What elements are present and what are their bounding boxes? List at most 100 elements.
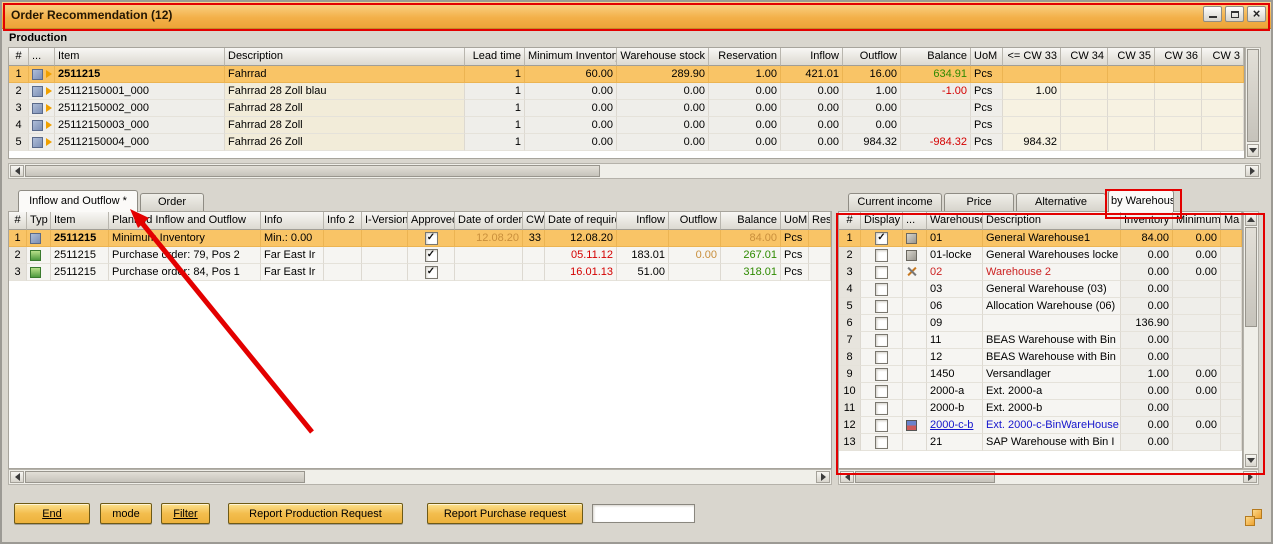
cell-outflow[interactable]: 984.32 xyxy=(843,134,901,151)
display-checkbox[interactable] xyxy=(875,436,888,449)
cell-warehouse[interactable]: 06 xyxy=(927,298,983,315)
display-checkbox[interactable]: ✓ xyxy=(875,232,888,245)
cell-minimum[interactable] xyxy=(1173,315,1221,332)
cell-item[interactable]: 2511215 xyxy=(51,264,109,281)
cell-minimum[interactable]: 0.00 xyxy=(1173,417,1221,434)
cell-description[interactable]: BEAS Warehouse with Bin xyxy=(983,349,1121,366)
cell-info[interactable]: Far East Ir xyxy=(261,264,324,281)
cell-icons[interactable] xyxy=(903,400,927,417)
cell-uom[interactable]: Pcs xyxy=(781,264,809,281)
column-header-cw36[interactable]: CW 36 xyxy=(1155,48,1202,66)
cell-inventory[interactable]: 136.90 xyxy=(1121,315,1173,332)
cell-uom[interactable]: Pcs xyxy=(971,134,1003,151)
cell-icons[interactable] xyxy=(903,417,927,434)
cell-cw37[interactable] xyxy=(1202,66,1244,83)
column-header-date_of_order[interactable]: Date of order xyxy=(455,212,523,230)
tab-alternative[interactable]: Alternative xyxy=(1016,193,1106,212)
cell-inventory[interactable]: 0.00 xyxy=(1121,434,1173,451)
cell-icons[interactable] xyxy=(29,83,55,100)
warehouse-row[interactable]: 711BEAS Warehouse with Bin0.00 xyxy=(839,332,1242,349)
cell-cw33[interactable]: 984.32 xyxy=(1003,134,1061,151)
approved-checkbox[interactable]: ✓ xyxy=(425,232,438,245)
cell-description[interactable]: Fahrrad xyxy=(225,66,465,83)
scroll-up-button[interactable] xyxy=(1245,213,1257,226)
cell-res[interactable] xyxy=(809,264,831,281)
cell-inventory[interactable]: 0.00 xyxy=(1121,298,1173,315)
approved-checkbox[interactable]: ✓ xyxy=(425,266,438,279)
cell-warehouse_stock[interactable]: 0.00 xyxy=(617,100,709,117)
cell-cw33[interactable]: 1.00 xyxy=(1003,83,1061,100)
cell-uom[interactable]: Pcs xyxy=(781,247,809,264)
cell-lead_time[interactable]: 1 xyxy=(465,83,525,100)
tab-price[interactable]: Price xyxy=(944,193,1014,212)
cell-cw[interactable] xyxy=(523,264,545,281)
cell-description[interactable]: Fahrrad 28 Zoll blau xyxy=(225,83,465,100)
column-header-balance[interactable]: Balance xyxy=(721,212,781,230)
display-checkbox[interactable] xyxy=(875,402,888,415)
column-header-item[interactable]: Item xyxy=(55,48,225,66)
column-header-approved[interactable]: Approved xyxy=(408,212,455,230)
cell-description[interactable]: Fahrrad 26 Zoll xyxy=(225,134,465,151)
cell-cw[interactable] xyxy=(523,247,545,264)
cell-cw37[interactable] xyxy=(1202,100,1244,117)
warehouse-row[interactable]: 122000-c-bExt. 2000-c-BinWareHouse0.000.… xyxy=(839,417,1242,434)
warehouse-row[interactable]: 91450Versandlager1.000.00 xyxy=(839,366,1242,383)
warehouse-row[interactable]: 1321SAP Warehouse with Bin I0.00 xyxy=(839,434,1242,451)
cell-cw36[interactable] xyxy=(1155,66,1202,83)
cell-minimum_inventory[interactable]: 0.00 xyxy=(525,83,617,100)
cell-lead_time[interactable]: 1 xyxy=(465,117,525,134)
item-row[interactable]: 425112150003_000Fahrrad 28 Zoll10.000.00… xyxy=(9,117,1244,134)
cell-date_of_requirement[interactable]: 12.08.20 xyxy=(545,230,617,247)
tab-order[interactable]: Order xyxy=(140,193,204,212)
cell-inventory[interactable]: 0.00 xyxy=(1121,281,1173,298)
column-header-outflow[interactable]: Outflow xyxy=(843,48,901,66)
display-checkbox[interactable] xyxy=(875,351,888,364)
cell-display[interactable] xyxy=(861,417,903,434)
cell-minimum_inventory[interactable]: 60.00 xyxy=(525,66,617,83)
cell-balance[interactable] xyxy=(901,117,971,134)
cell-balance[interactable]: 267.01 xyxy=(721,247,781,264)
cell-display[interactable] xyxy=(861,383,903,400)
cell-minimum_inventory[interactable]: 0.00 xyxy=(525,117,617,134)
column-header-balance[interactable]: Balance xyxy=(901,48,971,66)
cell-minimum[interactable] xyxy=(1173,332,1221,349)
column-header-outflow[interactable]: Outflow xyxy=(669,212,721,230)
cell-outflow[interactable] xyxy=(669,264,721,281)
column-header-warehouse[interactable]: Warehouse xyxy=(927,212,983,230)
cell-cw34[interactable] xyxy=(1061,134,1108,151)
cell-max[interactable] xyxy=(1221,349,1242,366)
approved-checkbox[interactable]: ✓ xyxy=(425,249,438,262)
cell-num[interactable]: 5 xyxy=(9,134,29,151)
cell-cw37[interactable] xyxy=(1202,134,1244,151)
cell-description[interactable]: Warehouse 2 xyxy=(983,264,1121,281)
cell-icons[interactable] xyxy=(27,230,51,247)
cell-num[interactable]: 1 xyxy=(9,66,29,83)
cell-uom[interactable]: Pcs xyxy=(971,100,1003,117)
cell-icons[interactable] xyxy=(903,315,927,332)
column-header-item[interactable]: Item xyxy=(51,212,109,230)
cell-iversion[interactable] xyxy=(362,230,408,247)
scroll-left-button[interactable] xyxy=(10,165,24,177)
cell-icons[interactable] xyxy=(29,66,55,83)
cell-icons[interactable] xyxy=(903,264,927,281)
inflow-outflow-row[interactable]: 22511215Purchase order: 79, Pos 2Far Eas… xyxy=(9,247,831,264)
tab-current-income[interactable]: Current income xyxy=(848,193,942,212)
cell-max[interactable] xyxy=(1221,264,1242,281)
cell-balance[interactable]: -1.00 xyxy=(901,83,971,100)
scroll-down-button[interactable] xyxy=(1245,454,1257,467)
cell-item[interactable]: 2511215 xyxy=(55,66,225,83)
cell-approved[interactable]: ✓ xyxy=(408,247,455,264)
cell-icons[interactable] xyxy=(903,298,927,315)
cell-max[interactable] xyxy=(1221,383,1242,400)
cell-warehouse[interactable]: 2000-a xyxy=(927,383,983,400)
display-checkbox[interactable] xyxy=(875,283,888,296)
cell-planned[interactable]: Minimum Inventory xyxy=(109,230,261,247)
cell-cw34[interactable] xyxy=(1061,66,1108,83)
column-header-iversion[interactable]: I-Version xyxy=(362,212,408,230)
cell-iversion[interactable] xyxy=(362,264,408,281)
cell-description[interactable]: Fahrrad 28 Zoll xyxy=(225,100,465,117)
cell-warehouse_stock[interactable]: 0.00 xyxy=(617,134,709,151)
cell-display[interactable] xyxy=(861,281,903,298)
cell-max[interactable] xyxy=(1221,298,1242,315)
cell-inflow[interactable]: 183.01 xyxy=(617,247,669,264)
